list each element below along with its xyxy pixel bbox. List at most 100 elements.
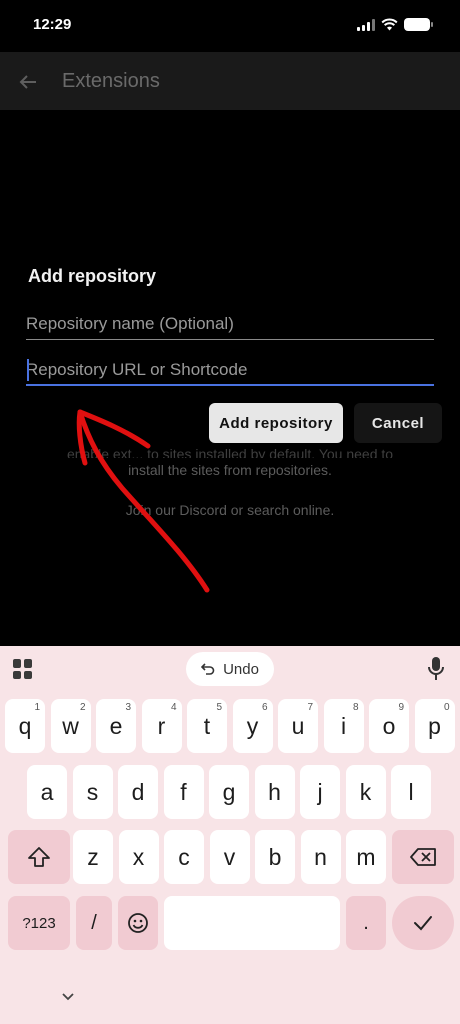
key-hint: 8: [352, 702, 359, 713]
signal-icon: [357, 18, 375, 31]
microphone-icon[interactable]: [426, 656, 446, 682]
key-n[interactable]: n: [300, 830, 341, 884]
repository-name-input[interactable]: [26, 308, 434, 340]
key-label: m: [356, 843, 376, 870]
key-l[interactable]: l: [391, 765, 431, 819]
key-label: j: [317, 778, 323, 805]
page-title: Extensions: [62, 70, 160, 92]
key-r[interactable]: r4: [141, 699, 182, 753]
background-text-discord: Join our Discord or search online.: [125, 502, 335, 518]
key-hint: 0: [443, 702, 450, 713]
key-e[interactable]: e3: [96, 699, 136, 753]
emoji-icon: [128, 913, 148, 933]
cancel-button[interactable]: Cancel: [354, 403, 442, 443]
key-label: q: [18, 712, 32, 739]
key-o[interactable]: o9: [369, 699, 409, 753]
key-b[interactable]: b: [255, 830, 295, 884]
key-label: p: [428, 712, 441, 739]
key-s[interactable]: s: [72, 765, 113, 819]
key-h[interactable]: h: [254, 765, 295, 819]
enter-key[interactable]: [392, 896, 454, 950]
backspace-key[interactable]: [392, 830, 454, 884]
key-label: k: [359, 778, 372, 805]
key-p[interactable]: p0: [414, 699, 455, 753]
key-label: v: [223, 843, 236, 870]
key-label: h: [268, 778, 281, 805]
key-label: r: [157, 712, 166, 739]
key-label: u: [291, 712, 305, 739]
key-y[interactable]: y6: [232, 699, 273, 753]
key-label: g: [222, 778, 236, 805]
key-u[interactable]: u7: [278, 699, 318, 753]
key-q[interactable]: q1: [5, 699, 45, 753]
key-i[interactable]: i8: [323, 699, 364, 753]
key-hint: 2: [79, 702, 86, 713]
key-label: s: [86, 778, 99, 805]
key-g[interactable]: g: [209, 765, 249, 819]
key-hint: 5: [216, 702, 222, 713]
key-label: l: [408, 778, 414, 805]
undo-button[interactable]: Undo: [186, 652, 274, 686]
shift-key[interactable]: [8, 830, 70, 884]
key-a[interactable]: a: [27, 765, 67, 819]
key-label: t: [203, 712, 211, 739]
key-label: y: [246, 712, 259, 739]
field-underline: [26, 339, 434, 340]
key-hint: 7: [307, 702, 313, 713]
key-z[interactable]: z: [73, 830, 113, 884]
status-icons: [357, 18, 433, 31]
key-x[interactable]: x: [118, 830, 159, 884]
key-label: i: [340, 712, 347, 739]
back-arrow-icon[interactable]: [16, 70, 40, 94]
key-hint: 3: [125, 702, 131, 713]
status-time: 12:29: [33, 16, 72, 33]
key-hint: 6: [261, 702, 268, 713]
backspace-icon: [410, 848, 436, 866]
symbols-key[interactable]: ?123: [8, 896, 70, 950]
dialog-title: Add repository: [28, 266, 157, 286]
add-repository-button[interactable]: Add repository: [209, 403, 343, 443]
key-c[interactable]: c: [164, 830, 204, 884]
undo-icon: [201, 663, 215, 675]
key-hint: 4: [170, 702, 177, 713]
apps-grid-icon[interactable]: [13, 659, 33, 679]
key-label: e: [109, 712, 123, 739]
key-label: a: [40, 778, 54, 805]
checkmark-icon: [414, 916, 432, 931]
key-t[interactable]: t5: [187, 699, 227, 753]
key-label: f: [180, 778, 187, 805]
repository-url-field[interactable]: [26, 354, 434, 386]
key-m[interactable]: m: [346, 830, 386, 884]
shift-icon: [28, 847, 50, 867]
key-d[interactable]: d: [118, 765, 158, 819]
key-label: n: [314, 843, 327, 870]
key-label: x: [132, 843, 145, 870]
repository-url-input[interactable]: [26, 354, 434, 386]
key-label: o: [382, 712, 396, 739]
add-repository-dialog: Add repository Add repository Cancel: [12, 248, 448, 458]
key-label: d: [131, 778, 145, 805]
key-w[interactable]: w2: [50, 699, 91, 753]
key-label: c: [178, 843, 190, 870]
battery-icon: [404, 18, 433, 31]
spacebar-key[interactable]: [164, 896, 340, 950]
period-key[interactable]: .: [346, 896, 386, 950]
key-v[interactable]: v: [209, 830, 250, 884]
key-f[interactable]: f: [163, 765, 204, 819]
slash-key[interactable]: /: [76, 896, 112, 950]
status-bar: 12:29: [0, 0, 460, 52]
key-j[interactable]: j: [300, 765, 340, 819]
key-label: w: [62, 712, 79, 739]
emoji-key[interactable]: [118, 896, 158, 950]
key-k[interactable]: k: [345, 765, 386, 819]
key-label: b: [268, 843, 282, 870]
key-label: z: [87, 843, 99, 870]
key-hint: 9: [398, 702, 404, 713]
field-underline-active: [26, 384, 434, 386]
wifi-icon: [381, 18, 398, 31]
repository-name-field[interactable]: [26, 308, 434, 340]
on-screen-keyboard: Undo q1w2e3r4t5y6u7i8o9p0 asdfghjkl zxcv…: [0, 646, 460, 1024]
undo-label: Undo: [223, 660, 259, 678]
key-hint: 1: [34, 702, 40, 713]
hide-keyboard-chevron-icon[interactable]: [61, 992, 75, 1002]
